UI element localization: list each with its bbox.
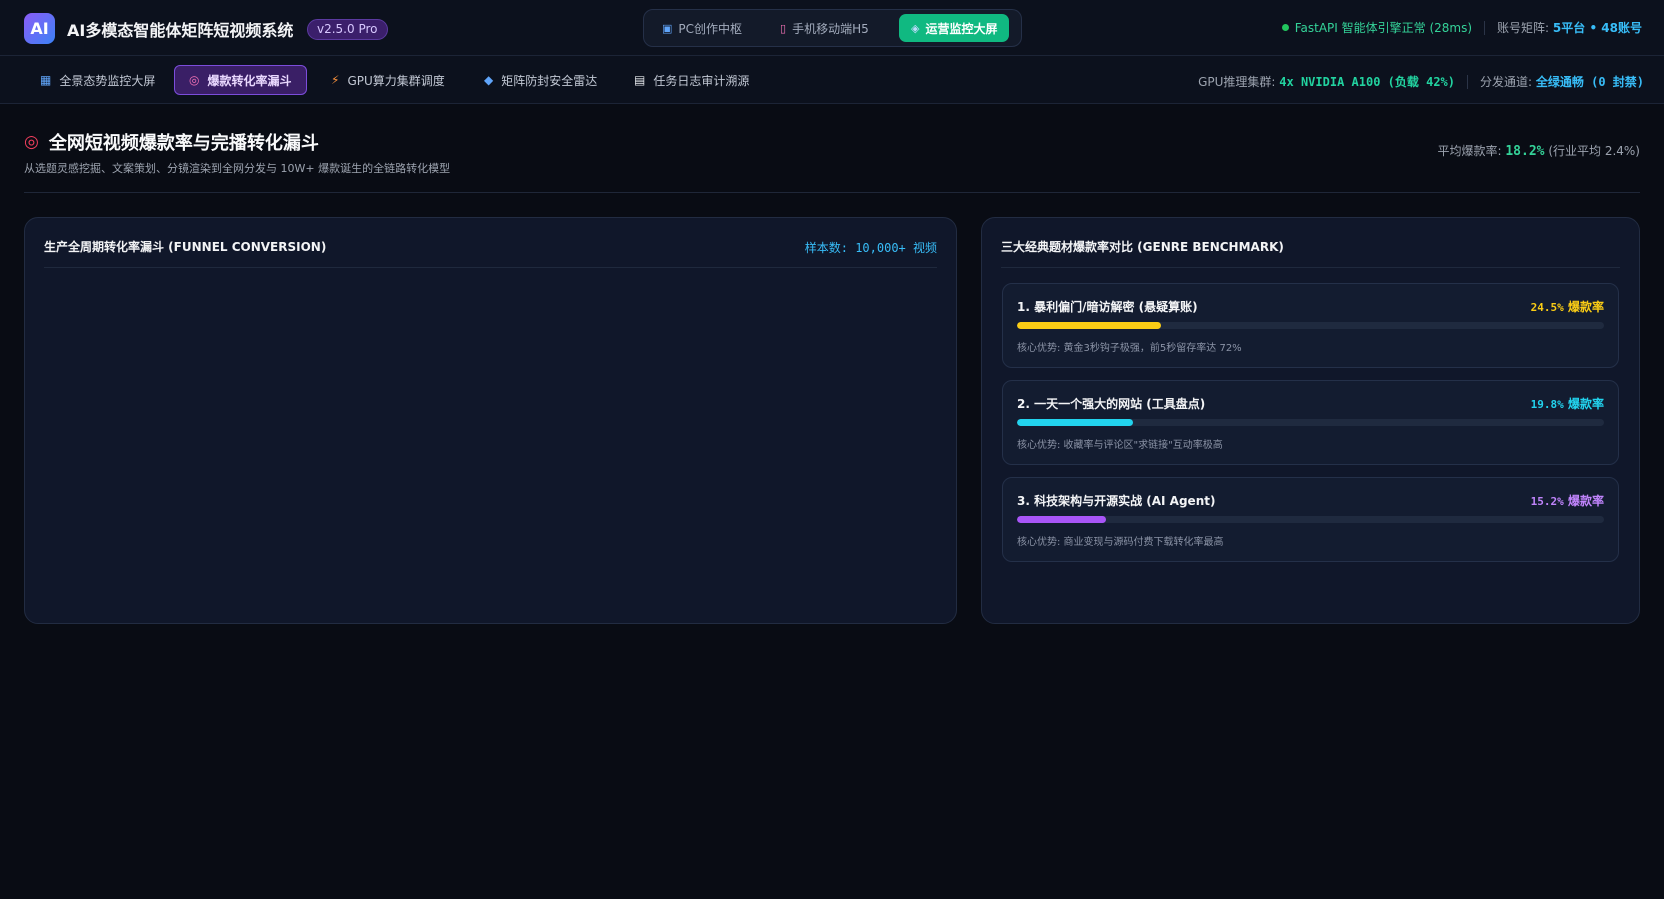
- engine-status: FastAPI 智能体引擎正常 (28ms): [1294, 21, 1473, 35]
- nav-item-label: 矩阵防封安全雷达: [501, 73, 598, 88]
- genre-progress-track: [1017, 516, 1604, 523]
- genre-rate-suffix: 爆款率: [1567, 397, 1604, 411]
- page-title: ◎ 全网短视频爆款率与完播转化漏斗: [24, 129, 319, 155]
- panel-header: 三大经典题材爆款率对比 (GENRE BENCHMARK): [1001, 218, 1620, 268]
- mode-monitor-button[interactable]: ◈ 运营监控大屏: [899, 14, 1010, 42]
- shield-icon: ◆: [484, 73, 494, 87]
- genre-rate: 19.8% 爆款率: [1531, 395, 1604, 412]
- genre-rate: 15.2% 爆款率: [1531, 492, 1604, 509]
- mode-pc-button[interactable]: ▣ PC创作中枢: [650, 14, 754, 42]
- channel-label: 分发通道:: [1480, 75, 1533, 89]
- genre-card[interactable]: 3. 科技架构与开源实战 (AI Agent) 15.2% 爆款率 核心优势: …: [1002, 477, 1619, 562]
- average-rate: 平均爆款率: 18.2% (行业平均 2.4%): [1437, 142, 1640, 159]
- genre-name: 2. 一天一个强大的网站 (工具盘点): [1017, 397, 1206, 411]
- sample-count: 样本数: 10,000+ 视频: [804, 241, 937, 255]
- funnel-title: 生产全周期转化率漏斗 (FUNNEL CONVERSION): [44, 240, 327, 254]
- page-title-text: 全网短视频爆款率与完播转化漏斗: [48, 133, 319, 154]
- nav-item-logs[interactable]: ▤ 任务日志审计溯源: [620, 65, 763, 95]
- mode-switcher: ▣ PC创作中枢 ▯ 手机移动端H5 ◈ 运营监控大屏: [643, 9, 1022, 47]
- genre-rate-suffix: 爆款率: [1567, 494, 1604, 508]
- genre-note: 核心优势: 黄金3秒钩子极强，前5秒留存率达 72%: [1017, 343, 1242, 354]
- bolt-icon: ⚡: [331, 73, 340, 87]
- mode-label: PC创作中枢: [678, 21, 743, 36]
- status-dot-icon: [1281, 24, 1289, 31]
- nav-item-overview[interactable]: ▦ 全景态势监控大屏: [26, 65, 169, 95]
- genre-title: 三大经典题材爆款率对比 (GENRE BENCHMARK): [1001, 240, 1284, 254]
- genre-rate: 24.5% 爆款率: [1531, 298, 1604, 315]
- genre-progress-fill: [1017, 516, 1107, 523]
- account-label: 账号矩阵:: [1497, 21, 1550, 35]
- top-header: AI AI多模态智能体矩阵短视频系统 v2.5.0 Pro ▣ PC创作中枢 ▯…: [0, 0, 1664, 56]
- target-icon: ◎: [189, 73, 200, 87]
- panel-header: 生产全周期转化率漏斗 (FUNNEL CONVERSION) 样本数: 10,0…: [44, 218, 937, 268]
- nav-item-gpu[interactable]: ⚡ GPU算力集群调度: [317, 65, 459, 95]
- page-subtitle: 从选题灵感挖掘、文案策划、分镜渲染到全网分发与 10W+ 爆款诞生的全链路转化模…: [24, 162, 451, 175]
- gpu-value: 4x NVIDIA A100 (负载 42%): [1279, 75, 1455, 89]
- page-header: ◎ 全网短视频爆款率与完播转化漏斗 从选题灵感挖掘、文案策划、分镜渲染到全网分发…: [24, 104, 1640, 193]
- divider: [1484, 20, 1486, 35]
- average-rate-label: 平均爆款率:: [1437, 144, 1502, 158]
- shield-icon: ◈: [911, 21, 920, 35]
- gpu-label: GPU推理集群:: [1198, 75, 1276, 89]
- target-icon: ◎: [24, 132, 39, 152]
- genre-name: 3. 科技架构与开源实战 (AI Agent): [1017, 494, 1216, 508]
- account-value: 5平台 • 48账号: [1552, 21, 1642, 35]
- nav-item-label: GPU算力集群调度: [347, 73, 445, 88]
- genre-rate-value: 19.8%: [1530, 398, 1564, 411]
- genre-panel: 三大经典题材爆款率对比 (GENRE BENCHMARK) 1. 暴利偏门/暗访…: [981, 217, 1640, 624]
- nav-item-label: 全景态势监控大屏: [59, 73, 156, 88]
- channel-value: 全绿通畅 (0 封禁): [1535, 75, 1644, 89]
- bar-chart-icon: ▦: [40, 73, 52, 87]
- genre-progress-track: [1017, 419, 1604, 426]
- genre-note: 核心优势: 收藏率与评论区"求链接"互动率极高: [1017, 440, 1223, 451]
- divider: [1467, 74, 1468, 89]
- system-status: FastAPI 智能体引擎正常 (28ms) 账号矩阵: 5平台 • 48账号: [1281, 19, 1642, 36]
- document-icon: ▤: [634, 73, 646, 87]
- genre-card[interactable]: 1. 暴利偏门/暗访解密 (悬疑算账) 24.5% 爆款率 核心优势: 黄金3秒…: [1002, 283, 1619, 368]
- funnel-chart-area: [44, 269, 937, 604]
- genre-card[interactable]: 2. 一天一个强大的网站 (工具盘点) 19.8% 爆款率 核心优势: 收藏率与…: [1002, 380, 1619, 465]
- genre-rate-value: 24.5%: [1530, 301, 1564, 314]
- sub-navigation: ▦ 全景态势监控大屏 ◎ 爆款转化率漏斗 ⚡ GPU算力集群调度 ◆ 矩阵防封安…: [0, 56, 1664, 104]
- industry-average: (行业平均 2.4%): [1548, 144, 1640, 158]
- version-badge: v2.5.0 Pro: [307, 19, 388, 40]
- monitor-icon: ▣: [662, 21, 673, 35]
- app-title: AI多模态智能体矩阵短视频系统: [67, 21, 294, 40]
- mode-label: 手机移动端H5: [792, 21, 869, 36]
- funnel-panel: 生产全周期转化率漏斗 (FUNNEL CONVERSION) 样本数: 10,0…: [24, 217, 957, 624]
- genre-progress-fill: [1017, 419, 1134, 426]
- phone-icon: ▯: [780, 21, 787, 35]
- genre-rate-suffix: 爆款率: [1567, 300, 1604, 314]
- nav-item-security[interactable]: ◆ 矩阵防封安全雷达: [470, 65, 611, 95]
- genre-rate-value: 15.2%: [1530, 495, 1564, 508]
- nav-item-label: 任务日志审计溯源: [653, 73, 750, 88]
- genre-progress-track: [1017, 322, 1604, 329]
- app-logo[interactable]: AI: [24, 13, 55, 44]
- genre-note: 核心优势: 商业变现与源码付费下载转化率最高: [1017, 537, 1224, 548]
- mode-label: 运营监控大屏: [925, 21, 998, 36]
- genre-progress-fill: [1017, 322, 1161, 329]
- average-rate-value: 18.2%: [1505, 144, 1545, 159]
- cluster-info: GPU推理集群: 4x NVIDIA A100 (负载 42%) 分发通道: 全…: [1198, 73, 1644, 90]
- genre-name: 1. 暴利偏门/暗访解密 (悬疑算账): [1017, 300, 1198, 314]
- nav-item-label: 爆款转化率漏斗: [207, 73, 292, 88]
- mode-h5-button[interactable]: ▯ 手机移动端H5: [768, 14, 881, 42]
- nav-item-funnel[interactable]: ◎ 爆款转化率漏斗: [174, 65, 307, 95]
